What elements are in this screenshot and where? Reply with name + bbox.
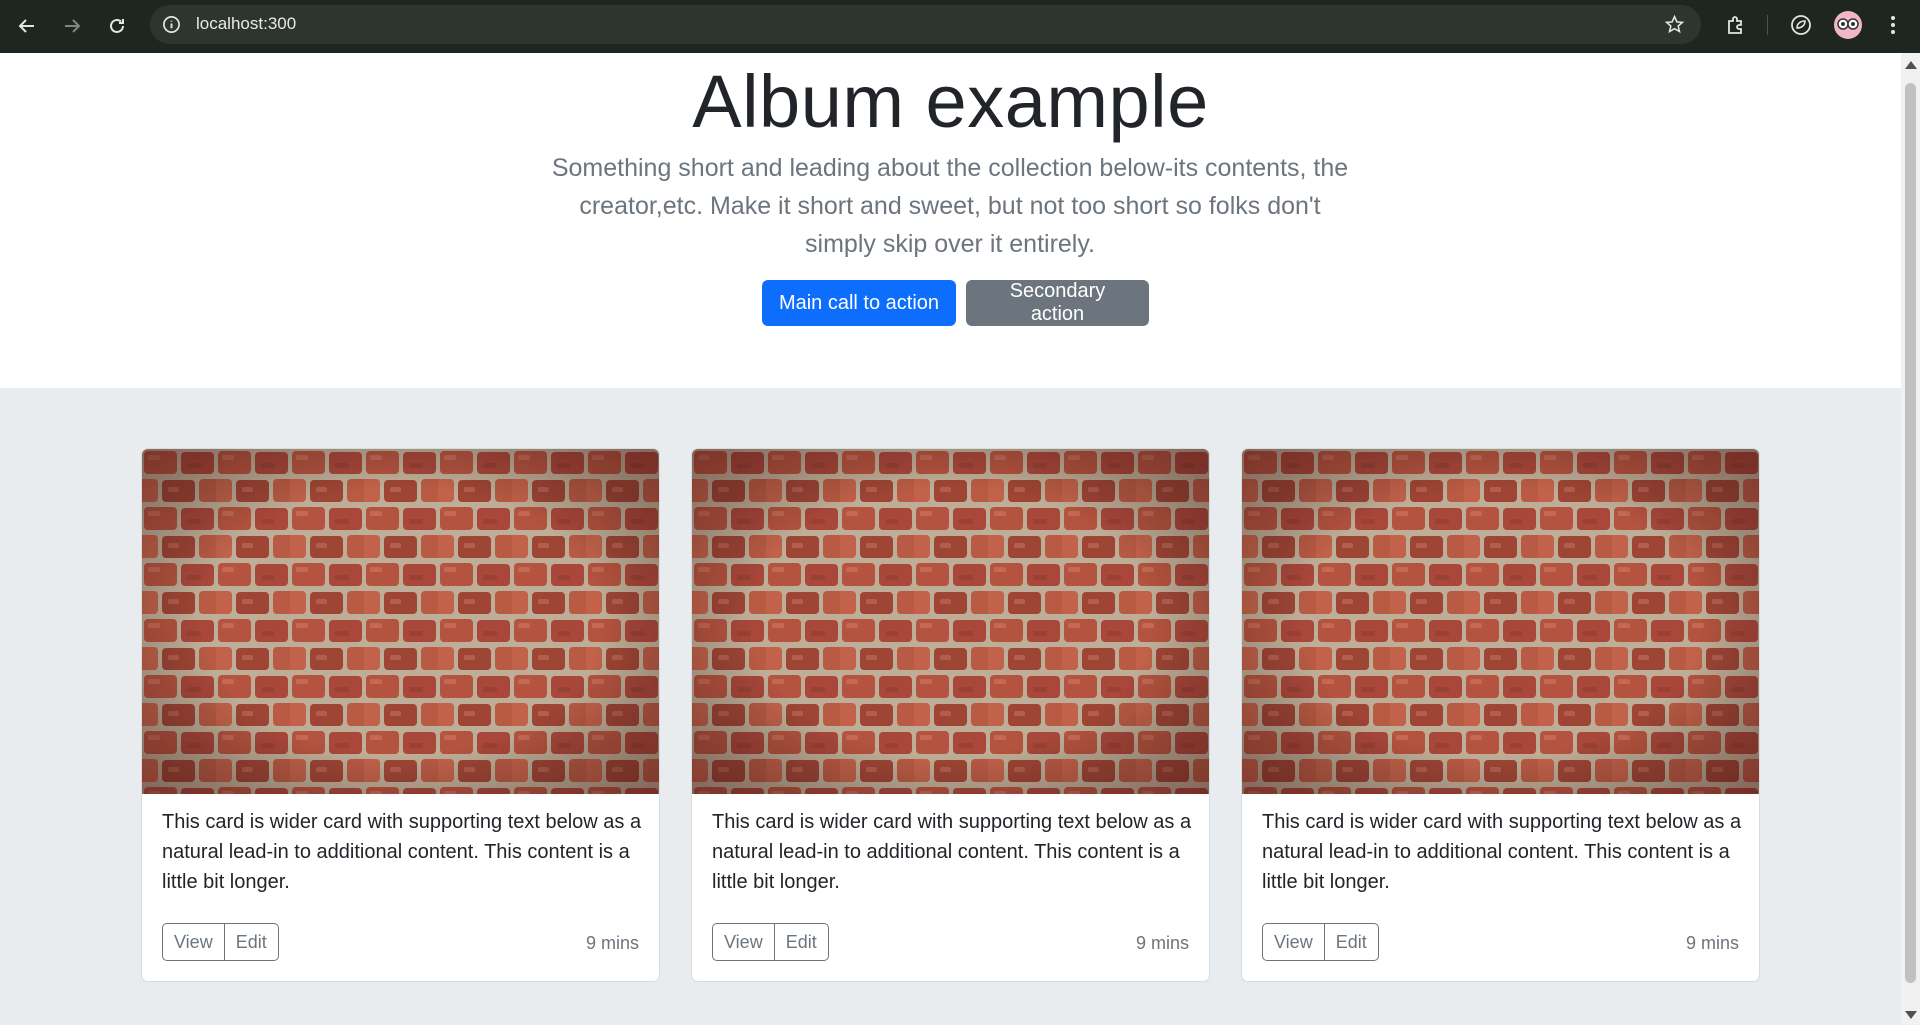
- view-button[interactable]: View: [1262, 923, 1325, 961]
- scroll-down-arrow-icon[interactable]: [1905, 1011, 1917, 1019]
- star-icon[interactable]: [1664, 14, 1685, 35]
- scroll-up-arrow-icon[interactable]: [1905, 61, 1917, 69]
- brick-wall-image: [142, 449, 659, 794]
- card-time: 9 mins: [1685, 933, 1739, 953]
- page-viewport: Album example Something short and leadin…: [0, 53, 1901, 1025]
- card-button-group: View Edit: [712, 923, 829, 961]
- view-button[interactable]: View: [712, 923, 775, 961]
- album-section: This card is wider card with supporting …: [0, 388, 1901, 1025]
- avatar-icon[interactable]: [1834, 11, 1862, 39]
- hero-lead-text: Something short and leading about the co…: [551, 154, 1349, 258]
- info-icon[interactable]: [162, 15, 181, 34]
- hero-section: Album example Something short and leadin…: [0, 53, 1901, 388]
- address-bar[interactable]: localhost:300: [150, 5, 1701, 44]
- reload-button[interactable]: [100, 9, 134, 43]
- card-button-group: View Edit: [162, 923, 279, 961]
- url-text[interactable]: localhost:300: [196, 14, 296, 34]
- album-card: This card is wider card with supporting …: [1241, 448, 1760, 982]
- card-text: This card is wider card with supporting …: [1262, 811, 1742, 893]
- page-scrollbar[interactable]: [1901, 53, 1920, 1025]
- puzzle-icon[interactable]: [1724, 13, 1748, 37]
- edit-button[interactable]: Edit: [774, 923, 829, 961]
- toolbar-divider: [1767, 15, 1768, 35]
- card-text: This card is wider card with supporting …: [162, 811, 642, 893]
- arrow-right-icon: [65, 19, 81, 33]
- card-time: 9 mins: [585, 933, 639, 953]
- brick-wall-image: [692, 449, 1209, 794]
- forward-button[interactable]: [55, 9, 89, 43]
- leaf-icon[interactable]: [1789, 13, 1813, 37]
- card-button-group: View Edit: [1262, 923, 1379, 961]
- reload-icon: [110, 18, 124, 33]
- kebab-menu-icon[interactable]: [1881, 13, 1905, 37]
- scrollbar-thumb[interactable]: [1905, 83, 1916, 983]
- view-button[interactable]: View: [162, 923, 225, 961]
- album-card: This card is wider card with supporting …: [141, 448, 660, 982]
- arrow-left-icon: [18, 19, 34, 33]
- album-card: This card is wider card with supporting …: [691, 448, 1210, 982]
- page-title: Album example: [692, 60, 1209, 143]
- brick-wall-image: [1242, 449, 1759, 794]
- browser-toolbar: localhost:300: [0, 0, 1920, 53]
- card-text: This card is wider card with supporting …: [712, 811, 1192, 893]
- secondary-action-button[interactable]: Secondary action: [966, 280, 1149, 326]
- back-button[interactable]: [10, 9, 44, 43]
- edit-button[interactable]: Edit: [224, 923, 279, 961]
- main-call-to-action-button[interactable]: Main call to action: [762, 280, 956, 326]
- edit-button[interactable]: Edit: [1324, 923, 1379, 961]
- card-time: 9 mins: [1135, 933, 1189, 953]
